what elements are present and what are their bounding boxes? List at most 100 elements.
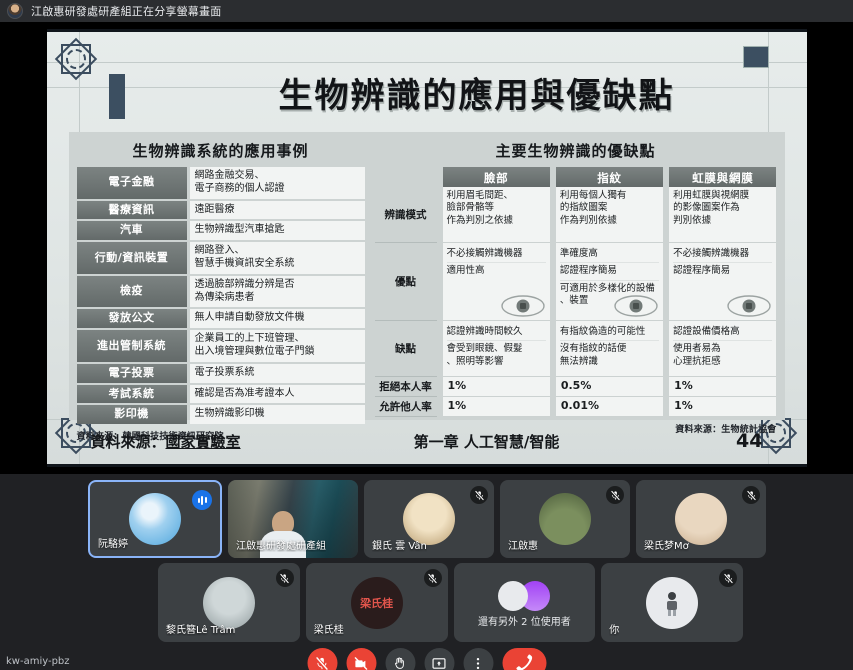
participant-tile[interactable]: 江啟惠研發處研產組 [228, 480, 358, 558]
slide-guide [46, 62, 807, 63]
footer-source-label: 資料來源： [90, 432, 166, 451]
application-description: 電子投票系統 [189, 363, 365, 383]
application-category: 行動/資訊裝置 [76, 242, 187, 274]
cons-item: 使用者易為 心理抗拒感 [673, 343, 721, 367]
camera-off-button[interactable] [346, 648, 376, 670]
mic-off-icon [723, 573, 733, 583]
application-row: 檢疫 透過臉部辨識分辨是否 為傳染病患者 [76, 275, 365, 308]
sky-avatar [129, 493, 181, 545]
overflow-participants-label: 還有另外 2 位使用者 [478, 617, 571, 628]
meeting-code: kw-amiy-pbz [6, 656, 70, 667]
participant-tile[interactable]: 江啟惠 [500, 480, 630, 558]
square-ornament-icon [742, 46, 769, 68]
application-description: 生物辨識型汽車搶匙 [189, 221, 365, 241]
participant-name: 梁氏梦Mơ [644, 541, 689, 552]
person-avatar [646, 576, 699, 629]
mic-off-icon [428, 573, 437, 583]
participant-tile[interactable]: 銀氏 雲 Vân [364, 480, 494, 558]
comparison-column-header: 指紋 [555, 167, 664, 187]
green-avatar [539, 493, 591, 545]
application-description: 確認是否為准考證本人 [189, 384, 365, 404]
comparison-mode-cell: 利用每個人獨有 的指紋圖案 作為判別依據 [555, 187, 664, 243]
shared-screen-stage[interactable]: 生物辨識的應用與優缺點 生物辨識系統的應用事例 電子金融 網路金融交易、 電子商務的… [0, 22, 853, 474]
application-category: 電子金融 [76, 167, 187, 199]
application-row: 電子金融 網路金融交易、 電子商務的個人認證 [76, 167, 365, 199]
mic-off-icon [423, 569, 442, 587]
eye-icon [501, 295, 545, 317]
call-controls [307, 648, 546, 670]
slide-title: 生物辨識的應用與優缺點 [278, 76, 675, 116]
title-accent-bar [108, 74, 125, 119]
application-row: 影印機 生物辨識影印機 [76, 405, 365, 425]
application-description: 無人申請自動發放文件機 [189, 309, 365, 329]
comparison-column: 臉部 利用眉毛間距、 臉部骨骼等 作為判別之依據 不必接觸辨識機器 適用性高 認證辨識時間較… [442, 167, 550, 417]
person-figure-icon [667, 591, 678, 616]
mic-off-icon [280, 573, 289, 583]
mic-off-icon [470, 486, 488, 504]
mic-off-button[interactable] [307, 648, 337, 670]
participant-tile[interactable]: 黎氏簪Lê Trâm [158, 563, 300, 642]
application-category: 汽車 [76, 221, 187, 241]
mic-off-icon [606, 486, 624, 504]
cons-item: 有指紋偽造的可能性 [559, 324, 660, 342]
application-category: 電子投票 [76, 363, 187, 383]
application-row: 考試系統 確認是否為准考證本人 [76, 384, 365, 404]
pros-item: 可適用於多樣化的設備 、裝置 [559, 282, 655, 307]
comparison-cons-cell: 認證設備價格高 使用者易為 心理抗拒感 [669, 321, 777, 377]
cons-item: 沒有指紋的話便 無法辨識 [559, 343, 627, 367]
pros-item: 不必接觸辨識機器 [446, 246, 546, 264]
application-row: 電子投票 電子投票系統 [76, 363, 365, 383]
applications-section: 生物辨識系統的應用事例 電子金融 網路金融交易、 電子商務的個人認證 醫療資訊 遠距醫療… [76, 138, 365, 442]
participant-name: 阮駱婷 [98, 539, 128, 550]
slide-footer: 資料來源：國家實驗室 第一章 人工智慧/智能 44 [47, 424, 807, 458]
footer-source-value: 國家實驗室 [165, 432, 241, 451]
pros-item: 認證程序簡易 [559, 263, 660, 281]
leave-call-button[interactable] [502, 648, 546, 670]
comparison-corner [375, 167, 437, 187]
application-row: 進出管制系統 企業員工的上下班管理、 出入境管理與數位電子門鎖 [76, 330, 365, 362]
comparison-row-labels: 辨識模式 優點 缺點 拒絕本人率 允許他人率 [374, 167, 437, 417]
meeting-screen: 江啟惠研發處研產組正在分享螢幕畫面 生物辨識的應用與優缺點 生物辨識系統的應用事… [0, 0, 853, 670]
participant-name: 江啟惠 [508, 541, 538, 552]
present-button[interactable] [424, 648, 454, 670]
cons-item: 認證辨識時間較久 [446, 324, 546, 342]
pros-item: 準確度高 [559, 246, 660, 264]
comparison-mode-cell: 利用眉毛間距、 臉部骨骼等 作為判別之依據 [442, 187, 550, 243]
comparison-cons-cell: 認證辨識時間較久 會受到眼鏡、假髮 、照明等影響 [442, 321, 550, 377]
application-category: 發放公文 [76, 309, 187, 329]
comparison-column-header: 臉部 [442, 167, 550, 187]
participant-row-1: 阮駱婷 江啟惠研發處研產組 銀氏 雲 Vân 江啟惠 梁氏梦Mơ [88, 480, 766, 558]
participant-name: 梁氏桂 [313, 625, 344, 636]
participant-tile[interactable]: 你 [601, 563, 743, 642]
allow-other-rate-value: 0.01% [555, 397, 664, 417]
application-description: 企業員工的上下班管理、 出入境管理與數位電子門鎖 [189, 330, 365, 362]
eye-icon [727, 295, 772, 317]
comparison-row-label: 優點 [374, 243, 437, 321]
participant-tile[interactable]: 還有另外 2 位使用者 [453, 563, 596, 642]
participant-tile[interactable]: 梁氏梦Mơ [636, 480, 766, 558]
participant-tile[interactable]: 梁氏桂 梁氏桂 [305, 563, 448, 642]
comparison-table: 辨識模式 優點 缺點 拒絕本人率 允許他人率 臉部 利用眉毛間距、 臉部骨骼等 作為判別之依據不… [374, 167, 777, 417]
raise-hand-button[interactable] [385, 648, 415, 670]
mic-off-icon [610, 490, 620, 500]
more-options-button[interactable] [463, 648, 493, 670]
participant-tile[interactable]: 阮駱婷 [88, 480, 222, 558]
application-description: 遠距醫療 [189, 200, 365, 220]
comparison-column: 虹膜與網膜 利用虹膜與視網膜 的影像圖案作為 判別依據 不必接觸辨識機器 認證程序簡易 認證… [669, 167, 777, 417]
avatar-initials: 梁氏桂 [360, 596, 394, 610]
footer-chapter: 第一章 人工智慧/智能 [413, 432, 560, 451]
mic-off-icon [742, 486, 760, 504]
mic-off-icon [746, 490, 756, 500]
application-category: 影印機 [76, 405, 187, 425]
initials-avatar: 梁氏桂 [350, 576, 403, 629]
footer-source: 資料來源：國家實驗室 [91, 431, 301, 452]
comparison-pros-cell: 不必接觸辨識機器 適用性高 [442, 243, 550, 321]
comparison-pros-cell: 不必接觸辨識機器 認證程序簡易 [669, 243, 777, 321]
bottom-toolbar: kw-amiy-pbz [0, 642, 853, 670]
pros-item: 適用性高 [446, 265, 485, 277]
application-description: 透過臉部辨識分辨是否 為傳染病患者 [189, 275, 365, 308]
slide-content-panel: 生物辨識系統的應用事例 電子金融 網路金融交易、 電子商務的個人認證 醫療資訊 遠距醫療… [68, 132, 785, 442]
comparison-row-label: 允許他人率 [374, 397, 437, 417]
application-description: 網路金融交易、 電子商務的個人認證 [189, 167, 365, 199]
comparison-row-label: 辨識模式 [374, 187, 437, 243]
